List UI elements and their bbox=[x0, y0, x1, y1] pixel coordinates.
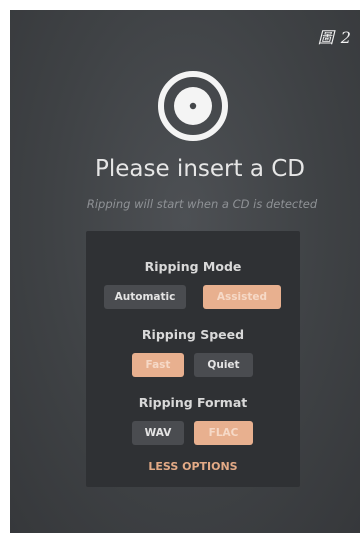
ripping-format-wav-button[interactable]: WAV bbox=[132, 421, 184, 445]
less-options-link[interactable]: LESS OPTIONS bbox=[86, 460, 300, 473]
options-panel: Ripping Mode Automatic Assisted Ripping … bbox=[86, 231, 300, 487]
ripping-speed-fast-button[interactable]: Fast bbox=[132, 353, 184, 377]
ripping-format-label: Ripping Format bbox=[138, 395, 248, 410]
ripping-mode-assisted-button[interactable]: Assisted bbox=[203, 285, 281, 309]
ripping-speed-quiet-button[interactable]: Quiet bbox=[194, 353, 253, 377]
page-subtitle: Ripping will start when a CD is detected bbox=[86, 197, 318, 211]
app-screen: 圖 2 Please insert a CD Ripping will star… bbox=[10, 10, 360, 533]
page-title: Please insert a CD bbox=[94, 156, 305, 182]
ripping-mode-automatic-button[interactable]: Automatic bbox=[104, 285, 186, 309]
ripping-format-flac-button[interactable]: FLAC bbox=[194, 421, 253, 445]
cd-disc-icon bbox=[158, 71, 228, 141]
figure-label: 圖 2 bbox=[317, 28, 352, 47]
ripping-speed-label: Ripping Speed bbox=[141, 327, 245, 342]
ripping-mode-label: Ripping Mode bbox=[144, 259, 242, 274]
